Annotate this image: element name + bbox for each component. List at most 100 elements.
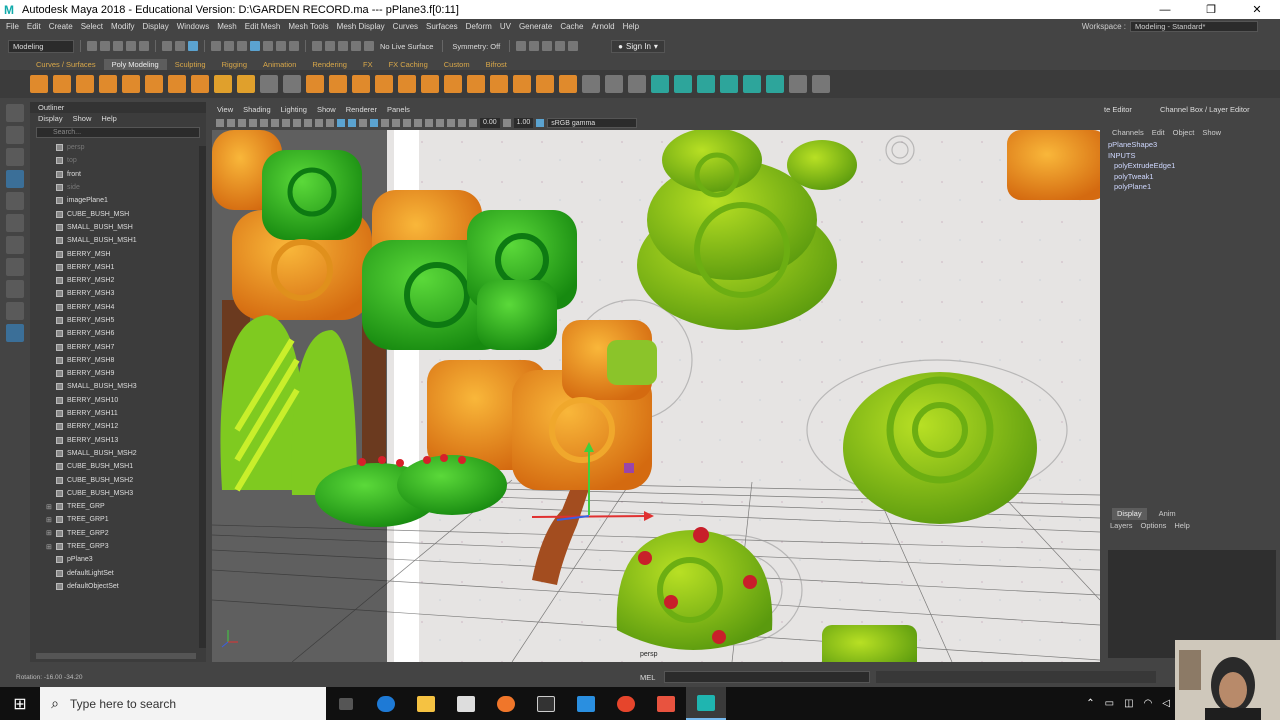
chrome-icon[interactable] [606,687,646,720]
outliner-item[interactable]: BERRY_MSH3 [30,287,206,300]
viewport-menu-view[interactable]: View [217,104,233,116]
viewport-menu-shading[interactable]: Shading [243,104,271,116]
symmetry-label[interactable]: Symmetry: Off [452,42,500,51]
windows-start-icon[interactable]: ⊞ [0,694,40,714]
outliner-item[interactable]: defaultObjectSet [30,580,206,593]
make-live-icon[interactable] [263,41,273,51]
input-node[interactable]: polyTweak1 [1104,172,1278,183]
poly-cone-icon[interactable] [99,75,117,93]
outliner-item[interactable]: CUBE_BUSH_MSH2 [30,473,206,486]
shelf-tab-fx[interactable]: FX [355,59,381,70]
poly-disc-icon[interactable] [168,75,186,93]
smooth-icon[interactable] [306,75,324,93]
isolate-select-icon[interactable] [436,119,444,127]
super-shape-icon[interactable] [214,75,232,93]
outliner-horizontal-scrollbar[interactable] [36,653,196,659]
outliner-item[interactable]: ⊞ TREE_GRP [30,500,206,513]
shelf-tab-custom[interactable]: Custom [436,59,478,70]
render-view-icon[interactable] [516,41,527,51]
outliner-item[interactable]: ⊞ TREE_GRP1 [30,513,206,526]
bridge-icon[interactable] [398,75,416,93]
smooth-shade-icon[interactable] [348,119,356,127]
menu-windows[interactable]: Windows [177,22,209,31]
input-node[interactable]: polyExtrudeEdge1 [1104,161,1278,172]
menu-mesh-tools[interactable]: Mesh Tools [288,22,328,31]
film-gate-icon[interactable] [271,119,279,127]
outliner-item[interactable]: BERRY_MSH2 [30,274,206,287]
outliner-menu-display[interactable]: Display [38,113,63,125]
outliner-item[interactable]: BERRY_MSH6 [30,327,206,340]
viewport-menu-show[interactable]: Show [317,104,336,116]
poly-sphere-icon[interactable] [30,75,48,93]
mail-icon[interactable] [566,687,606,720]
sign-in-button[interactable]: ● Sign In ▾ [611,39,665,53]
node-name[interactable]: pPlaneShape3 [1104,140,1278,151]
outliner-item[interactable]: CUBE_BUSH_MSH3 [30,487,206,500]
shelf-tab-curves[interactable]: Curves / Surfaces [28,59,104,70]
xray-icon[interactable] [447,119,455,127]
render-icon[interactable] [338,41,348,51]
menu-create[interactable]: Create [49,22,73,31]
outliner-scrollbar[interactable] [199,146,206,648]
outliner-item[interactable]: SMALL_BUSH_MSH [30,221,206,234]
outliner-item[interactable]: imagePlane1 [30,194,206,207]
select-tool-icon[interactable] [6,104,24,122]
menu-generate[interactable]: Generate [519,22,552,31]
ipr-icon[interactable] [351,41,361,51]
boolean-icon[interactable] [329,75,347,93]
poke-icon[interactable] [559,75,577,93]
cylindrical-mapping-icon[interactable] [697,75,715,93]
lights-icon[interactable] [381,119,389,127]
poly-text-icon[interactable] [237,75,255,93]
new-scene-icon[interactable] [87,41,97,51]
redo-icon[interactable] [139,41,149,51]
layer-menu-help[interactable]: Help [1174,520,1189,532]
multicut-icon[interactable] [582,75,600,93]
cb-menu-channels[interactable]: Channels [1112,126,1144,140]
outliner-item[interactable]: BERRY_MSH8 [30,354,206,367]
shelf-tab-sculpting[interactable]: Sculpting [167,59,214,70]
expand-icon[interactable]: ⊞ [46,543,52,551]
cb-menu-object[interactable]: Object [1173,126,1195,140]
maximize-button[interactable]: ❐ [1188,3,1234,16]
menu-select[interactable]: Select [81,22,103,31]
resolution-gate-icon[interactable] [282,119,290,127]
side-by-side-icon[interactable] [6,302,24,320]
network-icon[interactable]: ◫ [1124,698,1133,709]
cb-menu-edit[interactable]: Edit [1152,126,1165,140]
expand-icon[interactable]: ⊞ [46,516,52,524]
unfold-icon[interactable] [789,75,807,93]
viewport-menu-panels[interactable]: Panels [387,104,410,116]
file-explorer-icon[interactable] [406,687,446,720]
view-transform-dropdown[interactable]: sRGB gamma [547,118,638,128]
lasso-tool-icon[interactable] [6,126,24,144]
ambient-occlusion-icon[interactable] [403,119,411,127]
shelf-tab-poly-modeling[interactable]: Poly Modeling [103,59,167,70]
expand-icon[interactable]: ⊞ [46,529,52,537]
outliner-search-input[interactable]: Search... [36,127,200,138]
select-object-icon[interactable] [175,41,185,51]
menu-help[interactable]: Help [623,22,639,31]
extract-icon[interactable] [513,75,531,93]
viewport-menu-renderer[interactable]: Renderer [346,104,377,116]
field-chart-icon[interactable] [304,119,312,127]
bookmark-icon[interactable] [238,119,246,127]
menu-mesh[interactable]: Mesh [217,22,237,31]
outliner-item[interactable]: ⊞ TREE_GRP2 [30,527,206,540]
command-line-input[interactable] [664,671,870,683]
shelf-tab-rendering[interactable]: Rendering [304,59,355,70]
outliner-item[interactable]: SMALL_BUSH_MSH3 [30,380,206,393]
outliner-item[interactable]: BERRY_MSH13 [30,434,206,447]
wireframe-icon[interactable] [337,119,345,127]
outliner-item[interactable]: BERRY_MSH5 [30,314,206,327]
xray-joints-icon[interactable] [458,119,466,127]
outliner-item[interactable]: BERRY_MSH4 [30,301,206,314]
workspace-dropdown[interactable]: Modeling - Standard* [1130,20,1258,32]
outliner-item[interactable]: side [30,181,206,194]
rotate-tool-icon[interactable] [6,192,24,210]
mirror-icon[interactable] [352,75,370,93]
notion-icon[interactable] [526,687,566,720]
snap-grid-icon[interactable] [211,41,221,51]
poly-cylinder-icon[interactable] [76,75,94,93]
outliner-item[interactable]: BERRY_MSH11 [30,407,206,420]
